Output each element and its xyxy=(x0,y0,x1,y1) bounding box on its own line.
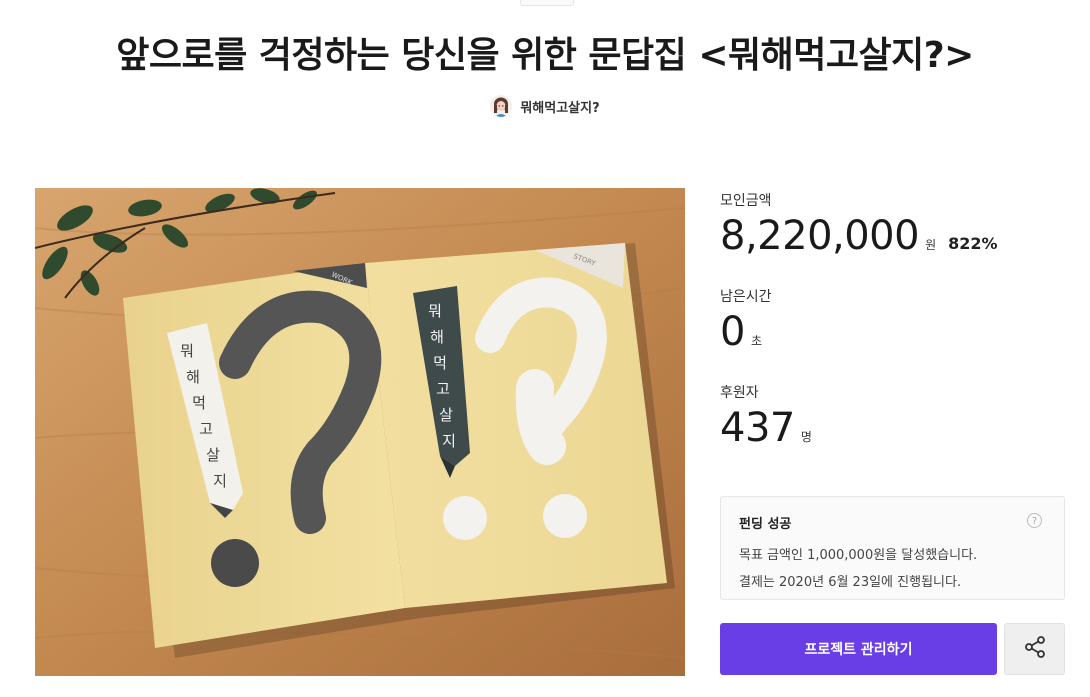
left-spine-char-2: 해 xyxy=(186,368,200,386)
page-title: 앞으로를 걱정하는 당신을 위한 문답집 <뭐해먹고살지?> xyxy=(116,35,974,76)
creator[interactable]: 뭐해먹고살지? xyxy=(0,95,1090,117)
right-spine-char-4: 고 xyxy=(436,380,450,398)
raised-value: 8,220,000 xyxy=(720,213,920,259)
time-left-value: 0 xyxy=(720,309,745,355)
left-spine-char-6: 지 xyxy=(213,472,227,490)
funding-stats: 모인금액 8,220,000 원 822% 남은시간 0 초 후원자 437 명 xyxy=(720,190,1060,450)
creator-name: 뭐해먹고살지? xyxy=(520,100,600,116)
right-spine-char-5: 살 xyxy=(439,406,453,424)
avatar xyxy=(490,95,513,117)
time-left-unit: 초 xyxy=(750,334,762,348)
right-spine-char-2: 해 xyxy=(430,328,444,346)
time-left-label: 남은시간 xyxy=(720,289,772,305)
raised-percent: 822% xyxy=(948,234,998,253)
left-spine-char-5: 살 xyxy=(206,446,220,464)
left-spine-char-4: 고 xyxy=(199,420,213,438)
share-button[interactable] xyxy=(1004,623,1065,675)
top-tab[interactable] xyxy=(520,0,574,6)
left-spine-char-1: 뭐 xyxy=(180,342,194,360)
share-icon xyxy=(1023,635,1047,663)
right-spine-char-3: 먹 xyxy=(433,354,447,372)
help-icon[interactable]: ? xyxy=(1027,513,1042,528)
raised-label: 모인금액 xyxy=(720,193,772,209)
right-spine-char-6: 지 xyxy=(442,432,456,450)
project-hero-image: WORK STORY 뭐 해 먹 고 살 지 뭐 해 먹 고 살 지 xyxy=(35,188,685,676)
manage-project-button[interactable]: 프로젝트 관리하기 xyxy=(720,623,997,675)
raised-unit: 원 xyxy=(925,238,937,252)
goal-text: 목표 금액인 1,000,000원을 달성했습니다. xyxy=(739,548,978,563)
right-spine-char-1: 뭐 xyxy=(428,302,442,320)
payment-text: 결제는 2020년 6월 23일에 진행됩니다. xyxy=(739,575,962,590)
funding-status: 펀딩 성공 xyxy=(739,517,792,532)
backers-label: 후원자 xyxy=(720,385,759,401)
backers-value: 437 xyxy=(720,405,795,451)
funding-success-box: 펀딩 성공 ? 목표 금액인 1,000,000원을 달성했습니다. 결제는 2… xyxy=(720,496,1065,600)
backers-unit: 명 xyxy=(800,430,812,444)
left-spine-char-3: 먹 xyxy=(192,394,206,412)
